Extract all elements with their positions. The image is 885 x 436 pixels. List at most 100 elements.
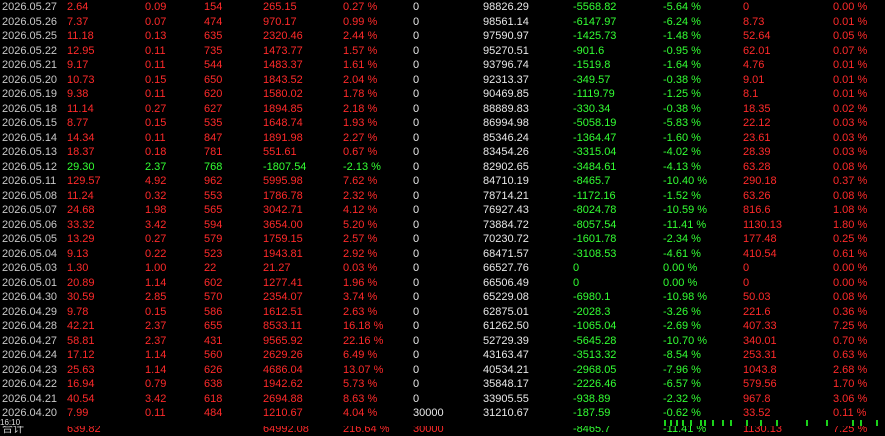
col-margin-pct: 0.00 % bbox=[833, 261, 867, 276]
col-count: 560 bbox=[204, 348, 222, 363]
col-b: 0.13 bbox=[145, 29, 166, 44]
table-row[interactable]: 2026.05.031.301.002221.270.03 %066527.76… bbox=[0, 261, 885, 276]
col-drawdown-pct: -10.70 % bbox=[663, 334, 707, 349]
col-margin: 0 bbox=[743, 0, 749, 15]
col-a: 24.68 bbox=[67, 203, 95, 218]
col-pnl: 21.27 bbox=[263, 261, 291, 276]
col-deposit: 0 bbox=[413, 102, 419, 117]
col-drawdown: -8024.78 bbox=[573, 203, 616, 218]
col-drawdown: -3315.04 bbox=[573, 145, 616, 160]
col-margin-pct: 0.00 % bbox=[833, 0, 867, 15]
col-deposit: 0 bbox=[413, 218, 419, 233]
col-deposit: 0 bbox=[413, 319, 419, 334]
col-pnl-pct: 2.04 % bbox=[343, 73, 377, 88]
table-row[interactable]: 2026.05.0633.323.425943654.005.20 %07388… bbox=[0, 218, 885, 233]
table-row[interactable]: 2026.05.1229.302.37768-1807.54-2.13 %082… bbox=[0, 160, 885, 175]
table-row[interactable]: 2026.04.2417.121.145602629.266.49 %04316… bbox=[0, 348, 885, 363]
row-date: 2026.05.21 bbox=[2, 58, 57, 73]
col-b: 0.15 bbox=[145, 116, 166, 131]
table-row[interactable]: 2026.04.2842.212.376558533.1116.18 %0612… bbox=[0, 319, 885, 334]
col-pnl: 1786.78 bbox=[263, 189, 303, 204]
table-row[interactable]: 2026.05.0120.891.146021277.411.96 %06650… bbox=[0, 276, 885, 291]
col-a: 13.29 bbox=[67, 232, 95, 247]
col-margin: 8.1 bbox=[743, 87, 758, 102]
col-drawdown-pct: 0.00 % bbox=[663, 276, 697, 291]
col-b: 2.85 bbox=[145, 290, 166, 305]
table-row[interactable]: 2026.05.0513.290.275791759.152.57 %07023… bbox=[0, 232, 885, 247]
table-row[interactable]: 2026.05.219.170.115441483.371.61 %093796… bbox=[0, 58, 885, 73]
col-pnl-pct: 8.63 % bbox=[343, 392, 377, 407]
col-b: 1.14 bbox=[145, 276, 166, 291]
col-pnl-pct: 1.78 % bbox=[343, 87, 377, 102]
table-row[interactable]: 2026.04.207.990.114841210.674.04 %300003… bbox=[0, 406, 885, 421]
table-row[interactable]: 2026.05.1318.370.18781551.610.67 %083454… bbox=[0, 145, 885, 160]
col-count: 962 bbox=[204, 174, 222, 189]
col-drawdown: -5568.82 bbox=[573, 0, 616, 15]
col-a: 25.63 bbox=[67, 363, 95, 378]
col-count: 544 bbox=[204, 58, 222, 73]
col-count: 586 bbox=[204, 305, 222, 320]
col-count: 431 bbox=[204, 334, 222, 349]
col-drawdown: -938.89 bbox=[573, 392, 610, 407]
col-pnl-pct: 2.63 % bbox=[343, 305, 377, 320]
table-row[interactable]: 2026.05.267.370.07474970.170.99 %098561.… bbox=[0, 15, 885, 30]
table-row[interactable]: 2026.04.2140.543.426182694.888.63 %03390… bbox=[0, 392, 885, 407]
table-row[interactable]: 2026.05.11129.574.929625995.987.62 %0847… bbox=[0, 174, 885, 189]
table-row[interactable]: 2026.05.158.770.155351648.741.93 %086994… bbox=[0, 116, 885, 131]
col-pnl: 1943.81 bbox=[263, 247, 303, 262]
table-row[interactable]: 2026.04.2758.812.374319565.9222.16 %0527… bbox=[0, 334, 885, 349]
col-count: 626 bbox=[204, 363, 222, 378]
col-margin: 33.52 bbox=[743, 406, 771, 421]
col-margin-pct: 0.70 % bbox=[833, 334, 867, 349]
col-drawdown: -5058.19 bbox=[573, 116, 616, 131]
table-row[interactable]: 2026.04.2216.940.796381942.625.73 %03584… bbox=[0, 377, 885, 392]
col-deposit: 0 bbox=[413, 290, 419, 305]
table-row[interactable]: 2026.05.2511.180.136352320.462.44 %09759… bbox=[0, 29, 885, 44]
col-a: 8.77 bbox=[67, 116, 88, 131]
table-row[interactable]: 2026.04.3030.592.855702354.073.74 %06522… bbox=[0, 290, 885, 305]
table-row[interactable]: 2026.05.2010.730.156501843.522.04 %09231… bbox=[0, 73, 885, 88]
row-date: 2026.05.15 bbox=[2, 116, 57, 131]
table-row[interactable]: 2026.05.272.640.09154265.150.27 %098826.… bbox=[0, 0, 885, 15]
col-b: 1.98 bbox=[145, 203, 166, 218]
col-balance: 76927.43 bbox=[483, 203, 529, 218]
table-row[interactable]: 2026.05.199.380.116201580.021.78 %090469… bbox=[0, 87, 885, 102]
col-drawdown: -1119.79 bbox=[573, 87, 615, 102]
row-date: 2026.04.30 bbox=[2, 290, 57, 305]
col-pnl: 9565.92 bbox=[263, 334, 303, 349]
col-drawdown-pct: -0.38 % bbox=[663, 73, 701, 88]
col-count: 602 bbox=[204, 276, 222, 291]
row-date: 2026.05.13 bbox=[2, 145, 57, 160]
col-margin: 62.01 bbox=[743, 44, 771, 59]
col-margin: 1043.8 bbox=[743, 363, 777, 378]
col-pnl: 1580.02 bbox=[263, 87, 303, 102]
row-date: 2026.04.22 bbox=[2, 377, 57, 392]
activity-tick bbox=[722, 420, 724, 426]
col-deposit: 0 bbox=[413, 247, 419, 262]
col-b: 3.42 bbox=[145, 392, 166, 407]
col-deposit: 0 bbox=[413, 116, 419, 131]
col-balance: 95270.51 bbox=[483, 44, 529, 59]
table-row[interactable]: 2026.05.0724.681.985653042.714.12 %07692… bbox=[0, 203, 885, 218]
col-b: 0.79 bbox=[145, 377, 166, 392]
col-balance: 85346.24 bbox=[483, 131, 529, 146]
col-margin: 340.01 bbox=[743, 334, 777, 349]
table-row[interactable]: 2026.05.1811.140.276271894.852.18 %08888… bbox=[0, 102, 885, 117]
table-row[interactable]: 2026.04.2325.631.146264686.0413.07 %0405… bbox=[0, 363, 885, 378]
table-row[interactable]: 2026.05.049.130.225231943.812.92 %068471… bbox=[0, 247, 885, 262]
table-row[interactable]: 2026.05.2212.950.117351473.771.57 %09527… bbox=[0, 44, 885, 59]
col-b: 1.14 bbox=[145, 363, 166, 378]
col-margin-pct: 1.70 % bbox=[833, 377, 867, 392]
row-date: 2026.05.05 bbox=[2, 232, 57, 247]
col-count: 655 bbox=[204, 319, 222, 334]
activity-tick bbox=[876, 420, 878, 426]
table-row[interactable]: 2026.04.299.780.155861612.512.63 %062875… bbox=[0, 305, 885, 320]
col-b: 0.27 bbox=[145, 232, 166, 247]
col-pnl-pct: 2.57 % bbox=[343, 232, 377, 247]
col-margin: 221.6 bbox=[743, 305, 771, 320]
col-margin-pct: 0.07 % bbox=[833, 44, 867, 59]
table-row[interactable]: 2026.05.0811.240.325531786.782.32 %07871… bbox=[0, 189, 885, 204]
col-drawdown: -3513.32 bbox=[573, 348, 616, 363]
col-pnl: 1483.37 bbox=[263, 58, 303, 73]
table-row[interactable]: 2026.05.1414.340.118471891.982.27 %08534… bbox=[0, 131, 885, 146]
